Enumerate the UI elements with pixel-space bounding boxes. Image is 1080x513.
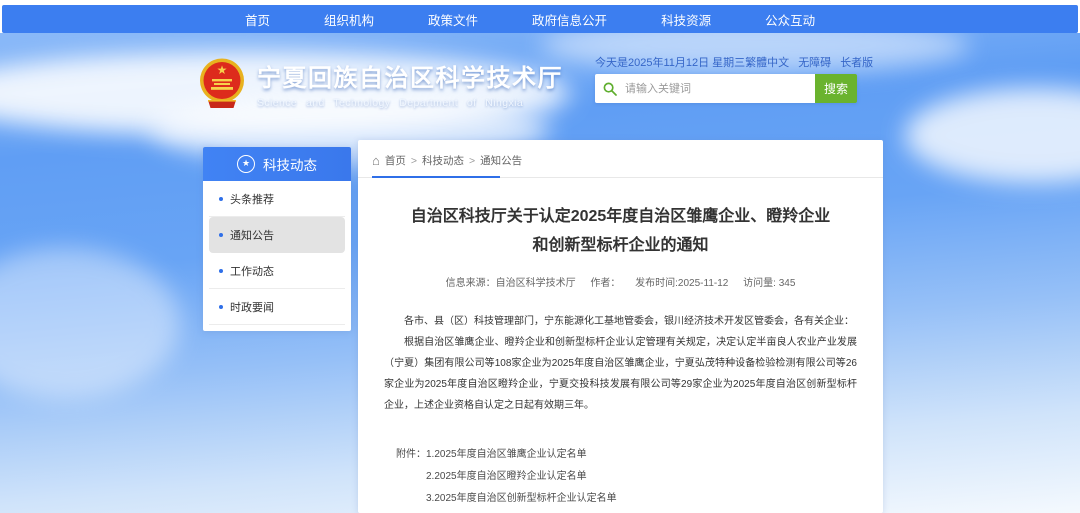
paragraph-salutation: 各市、县（区）科技管理部门，宁东能源化工基地管委会，银川经济技术开发区管委会，各… [384,311,857,332]
bullet-dot-icon [219,305,223,309]
link-traditional-chinese[interactable]: 繁體中文 [745,54,789,70]
sidebar: ★ 科技动态 头条推荐 通知公告 工作动态 时政要闻 [203,147,351,331]
cloud-decoration [0,248,180,398]
sidebar-item-notices[interactable]: 通知公告 [209,217,345,253]
meta-author: 作者： [590,278,620,289]
bullet-dot-icon [219,197,223,201]
svg-text:★: ★ [217,63,228,77]
sidebar-title-label: 科技动态 [263,154,317,174]
attachment-link-eagle-list[interactable]: 1.2025年度自治区雏鹰企业认定名单 [426,444,617,466]
attachment-link-gazelle-list[interactable]: 2.2025年度自治区瞪羚企业认定名单 [426,466,617,488]
page: 首页 组织机构 政策文件 政府信息公开 科技资源 公众互动 ★ 宁夏回族自治区科… [0,0,1080,513]
link-elderly-version[interactable]: 长者版 [840,54,873,70]
star-circle-icon: ★ [237,155,255,173]
nav-item-policy-documents[interactable]: 政策文件 [401,10,505,29]
header-utility-bar: 今天是2025年11月12日 星期三 繁體中文 无障碍 长者版 [595,54,873,70]
search-icon [603,82,617,96]
nav-item-home[interactable]: 首页 [218,10,297,29]
breadcrumb-home[interactable]: 首页 [385,153,406,168]
search-button[interactable]: 搜索 [815,74,857,103]
national-emblem-icon: ★ [198,57,246,110]
article-title-line1: 自治区科技厅关于认定2025年度自治区雏鹰企业、瞪羚企业 [411,208,831,225]
attachment-link-benchmark-list[interactable]: 3.2025年度自治区创新型标杆企业认定名单 [426,488,617,510]
meta-publish-date: 发布时间:2025-11-12 [635,278,728,289]
site-subtitle: Science and Technology Department of Nin… [257,97,563,109]
breadcrumb-sci-tech-news[interactable]: 科技动态 [422,153,464,168]
sidebar-item-label: 通知公告 [230,227,274,243]
sidebar-item-headline-recommend[interactable]: 头条推荐 [209,181,345,217]
attachments-list: 1.2025年度自治区雏鹰企业认定名单 2.2025年度自治区瞪羚企业认定名单 … [426,444,617,510]
sidebar-item-current-politics[interactable]: 时政要闻 [209,289,345,325]
bullet-dot-icon [219,233,223,237]
meta-views: 访问量: 345 [743,278,795,289]
article-panel: ⌂ 首页 > 科技动态 > 通知公告 自治区科技厅关于认定2025年度自治区雏鹰… [358,140,883,513]
attachments-section: 附件： 1.2025年度自治区雏鹰企业认定名单 2.2025年度自治区瞪羚企业认… [396,444,857,510]
sidebar-title: ★ 科技动态 [203,147,351,181]
top-navigation: 首页 组织机构 政策文件 政府信息公开 科技资源 公众互动 [2,5,1078,33]
breadcrumb-separator: > [469,155,475,167]
site-logo-link[interactable]: ★ 宁夏回族自治区科学技术厅 Science and Technology De… [198,57,563,110]
nav-item-organization[interactable]: 组织机构 [297,10,401,29]
article-body: 各市、县（区）科技管理部门，宁东能源化工基地管委会，银川经济技术开发区管委会，各… [384,311,857,416]
nav-item-gov-info-disclosure[interactable]: 政府信息公开 [505,10,634,29]
article-title-line2: 和创新型标杆企业的通知 [532,237,708,254]
bullet-dot-icon [219,269,223,273]
article-meta: 信息来源：自治区科学技术厅 作者： 发布时间:2025-11-12 访问量: 3… [358,274,883,289]
home-icon: ⌂ [372,154,380,167]
breadcrumb: ⌂ 首页 > 科技动态 > 通知公告 [358,140,883,178]
attachments-label: 附件： [396,444,426,510]
paragraph-main: 根据自治区雏鹰企业、瞪羚企业和创新型标杆企业认定管理有关规定，决定认定半亩良人农… [384,332,857,416]
search-input-wrap [595,74,815,103]
search-bar: 搜索 [595,74,857,103]
search-input[interactable] [623,82,815,96]
nav-item-sci-tech-resources[interactable]: 科技资源 [634,10,738,29]
sidebar-item-label: 工作动态 [230,263,274,279]
brand-text: 宁夏回族自治区科学技术厅 Science and Technology Depa… [257,58,563,109]
site-title: 宁夏回族自治区科学技术厅 [257,58,563,93]
sidebar-item-label: 头条推荐 [230,191,274,207]
link-accessibility[interactable]: 无障碍 [798,54,831,70]
date-text: 今天是2025年11月12日 星期三 [595,54,745,70]
sidebar-item-work-updates[interactable]: 工作动态 [209,253,345,289]
breadcrumb-current: 通知公告 [480,153,522,168]
cloud-decoration [905,88,1080,183]
meta-source: 信息来源：自治区科学技术厅 [446,278,576,289]
nav-item-public-interaction[interactable]: 公众互动 [738,10,842,29]
sidebar-item-label: 时政要闻 [230,299,274,315]
breadcrumb-separator: > [411,155,417,167]
article-title: 自治区科技厅关于认定2025年度自治区雏鹰企业、瞪羚企业 和创新型标杆企业的通知 [388,202,853,260]
